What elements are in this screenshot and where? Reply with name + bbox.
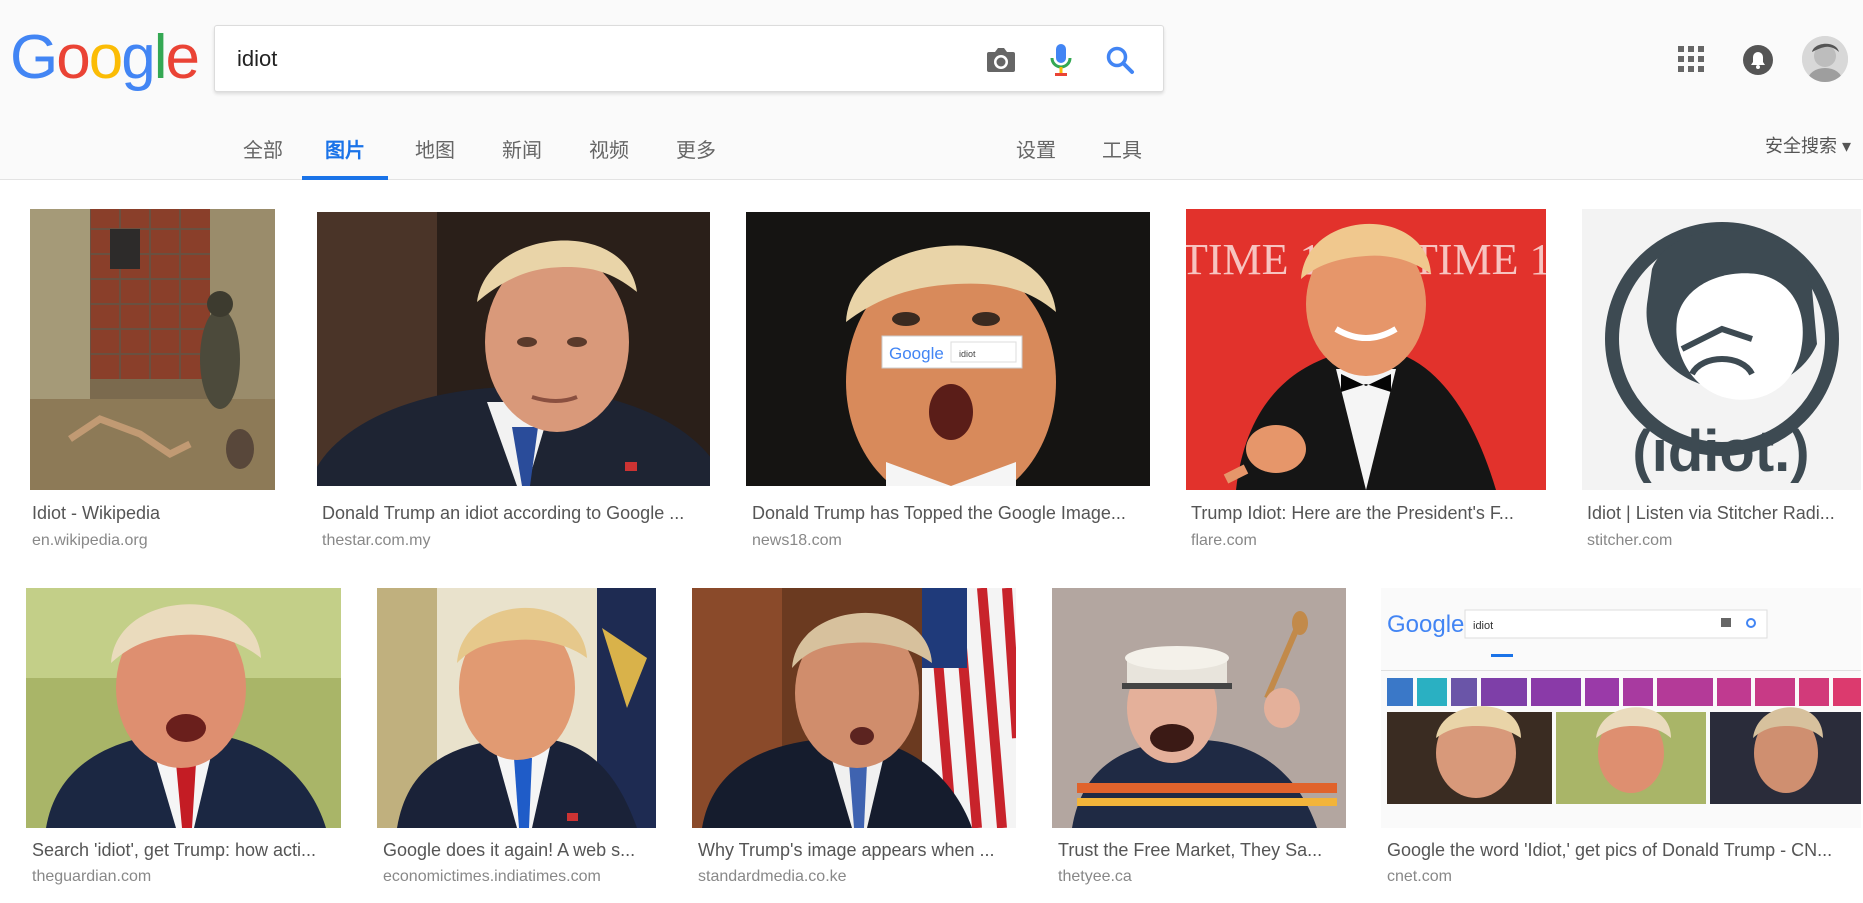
result-site: thestar.com.my — [322, 532, 431, 549]
result-thumbnail[interactable] — [1052, 588, 1346, 828]
tab-videos[interactable]: 视频 — [585, 124, 633, 180]
result-thumbnail[interactable]: TIME 100 TIME 100 — [1186, 209, 1546, 490]
result-thumbnail[interactable] — [26, 588, 341, 828]
result-thumbnail[interactable] — [30, 209, 275, 490]
result-title[interactable]: Donald Trump has Topped the Google Image… — [752, 503, 1150, 524]
notifications-icon[interactable] — [1742, 44, 1774, 76]
result-title[interactable]: Search 'idiot', get Trump: how acti... — [32, 840, 341, 861]
tab-images[interactable]: 图片 — [302, 124, 388, 180]
tab-news[interactable]: 新闻 — [498, 124, 546, 180]
result-site: economictimes.indiatimes.com — [383, 868, 601, 885]
result-thumbnail[interactable] — [317, 212, 710, 486]
result-thumbnail[interactable]: Google idiot — [746, 212, 1150, 486]
result-site: news18.com — [752, 532, 842, 549]
mini-google-logo: Google — [1387, 611, 1464, 638]
result-site: thetyee.ca — [1058, 868, 1132, 885]
result-site: standardmedia.co.ke — [698, 868, 847, 885]
result-thumbnail[interactable] — [692, 588, 1016, 828]
tab-maps[interactable]: 地图 — [411, 124, 459, 180]
search-input[interactable] — [237, 26, 957, 91]
result-title[interactable]: Idiot - Wikipedia — [32, 503, 277, 524]
result-title[interactable]: Idiot | Listen via Stitcher Radi... — [1587, 503, 1859, 524]
result-thumbnail[interactable]: Google idiot — [1381, 588, 1861, 828]
mini-query: idiot — [959, 349, 976, 359]
result-site: theguardian.com — [32, 868, 152, 885]
logo-letter: G — [10, 23, 58, 92]
result-site: cnet.com — [1387, 868, 1452, 885]
mini-google-logo: Google — [889, 344, 944, 363]
tab-tools[interactable]: 工具 — [1098, 124, 1146, 180]
search-box — [214, 25, 1164, 92]
microphone-icon[interactable] — [1044, 43, 1078, 77]
safe-search-toggle[interactable]: 安全搜索 ▾ — [1765, 132, 1851, 158]
logo-letter: e — [165, 23, 200, 92]
result-title[interactable]: Donald Trump an idiot according to Googl… — [322, 503, 710, 524]
result-title[interactable]: Trust the Free Market, They Sa... — [1058, 840, 1346, 861]
tab-more[interactable]: 更多 — [672, 124, 720, 180]
logo-letter: l — [153, 23, 168, 92]
header: Google 全部 图片 地图 新闻 视频 更多 设置 工具 安 — [0, 0, 1863, 180]
result-title[interactable]: Google does it again! A web s... — [383, 840, 656, 861]
apps-grid-icon[interactable] — [1676, 44, 1706, 74]
tab-all[interactable]: 全部 — [239, 124, 287, 180]
tab-settings[interactable]: 设置 — [1012, 124, 1060, 180]
result-site: stitcher.com — [1587, 532, 1673, 549]
avatar[interactable] — [1802, 36, 1848, 82]
idiot-label: (idiot.) — [1632, 419, 1809, 484]
camera-icon[interactable] — [984, 43, 1018, 77]
result-site: flare.com — [1191, 532, 1257, 549]
result-site: en.wikipedia.org — [32, 532, 148, 549]
logo-letter: g — [121, 23, 156, 92]
logo-letter: o — [56, 23, 91, 92]
result-title[interactable]: Trump Idiot: Here are the President's F.… — [1191, 503, 1543, 524]
result-thumbnail[interactable] — [377, 588, 656, 828]
google-logo[interactable]: Google — [10, 23, 200, 92]
mini-query: idiot — [1473, 620, 1493, 632]
time-label-right: TIME 100 — [1411, 235, 1546, 284]
result-title[interactable]: Google the word 'Idiot,' get pics of Don… — [1387, 840, 1861, 861]
result-title[interactable]: Why Trump's image appears when ... — [698, 840, 1016, 861]
logo-letter: o — [88, 23, 124, 92]
search-icon[interactable] — [1103, 43, 1137, 77]
result-thumbnail[interactable]: (idiot.) — [1582, 209, 1861, 490]
